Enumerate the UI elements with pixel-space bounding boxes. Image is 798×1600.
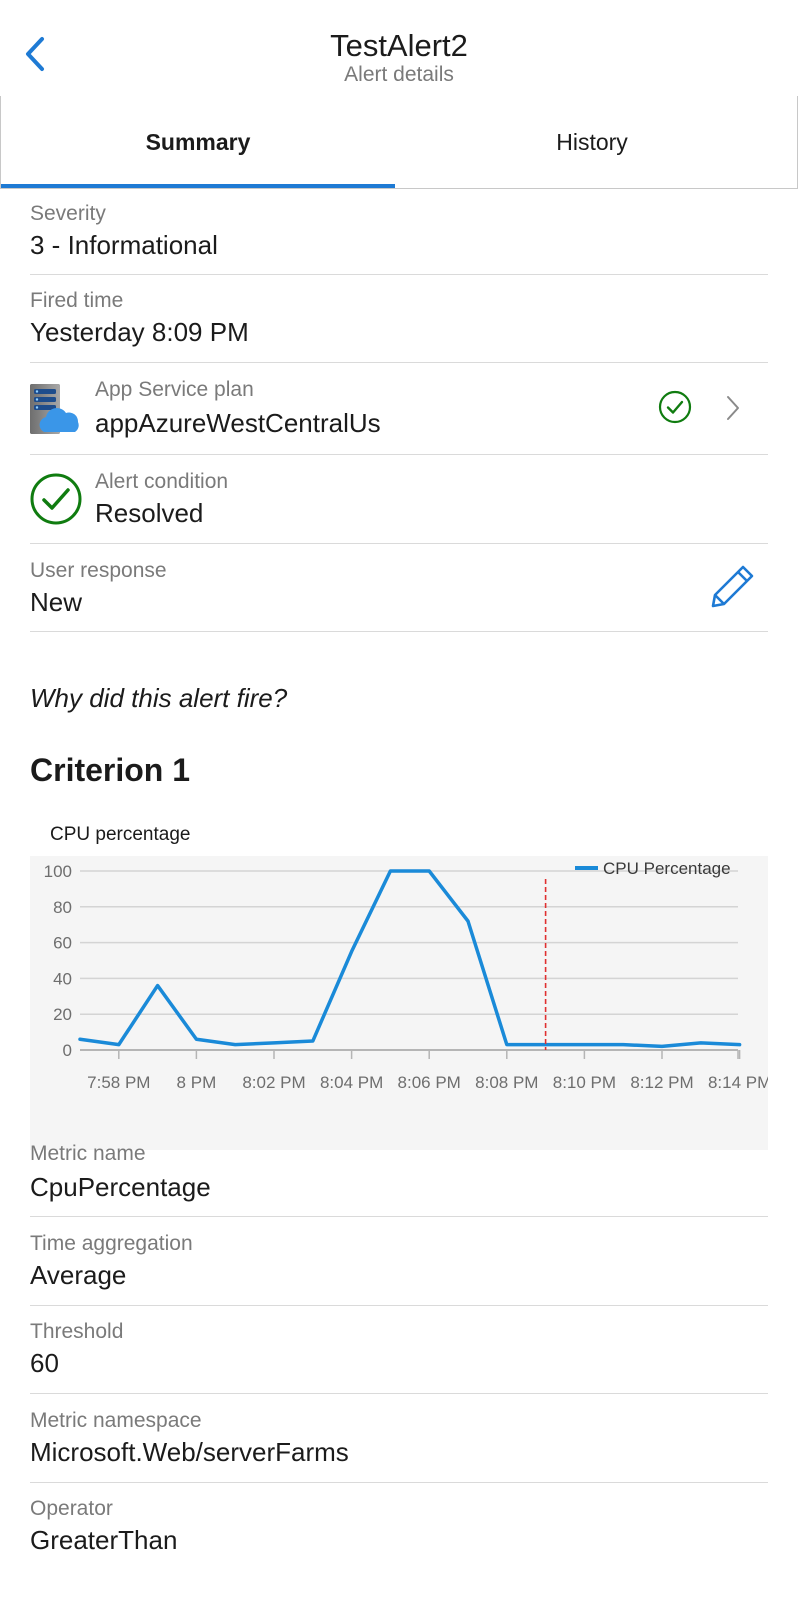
x-tick-label: 8:12 PM (630, 1073, 693, 1092)
severity-value: 3 - Informational (30, 230, 218, 260)
page-title: TestAlert2 (330, 28, 468, 63)
x-tick-label: 8 PM (177, 1073, 217, 1092)
metric-name-row: Metric name CpuPercentage (30, 1128, 768, 1217)
chart-title: CPU percentage (50, 824, 191, 845)
alert-condition-label: Alert condition (95, 470, 229, 493)
x-tick-label: 8:04 PM (320, 1073, 383, 1092)
app-service-plan-icon (30, 384, 79, 434)
alert-condition-value: Resolved (95, 498, 204, 528)
cpu-chart-svg: 0 20 40 60 80 100 7:58 PM 8 PM 8:02 PM 8:04 PM 8:0… (44, 859, 768, 1092)
resource-type-label: App Service plan (95, 378, 254, 401)
user-response-label: User response (30, 559, 167, 582)
series-line (78, 869, 742, 1049)
cpu-chart: 0 20 40 60 80 100 7:58 PM 8 PM 8:02 PM 8:04 PM 8:0… (30, 856, 768, 1150)
x-tick-label: 8:02 PM (242, 1073, 305, 1092)
y-tick-label: 100 (44, 862, 72, 881)
time-aggregation-label: Time aggregation (30, 1232, 193, 1255)
x-tick-label: 8:06 PM (398, 1073, 461, 1092)
y-tick-label: 40 (53, 969, 72, 988)
user-response-row: User response New (30, 543, 768, 632)
metric-namespace-value: Microsoft.Web/serverFarms (30, 1437, 349, 1467)
pencil-icon[interactable] (710, 563, 756, 609)
tab-summary[interactable]: Summary (1, 96, 395, 188)
x-tick-label: 8:08 PM (475, 1073, 538, 1092)
y-tick-label: 80 (53, 898, 72, 917)
tab-bar: Summary History (0, 96, 798, 189)
severity-label: Severity (30, 202, 106, 225)
check-circle-icon (30, 473, 82, 525)
alert-condition-row: Alert condition Resolved (30, 454, 768, 544)
threshold-row: Threshold 60 (30, 1305, 768, 1394)
user-response-value: New (30, 587, 83, 617)
operator-row: Operator GreaterThan (30, 1482, 768, 1600)
y-tick-label: 20 (53, 1005, 72, 1024)
y-tick-label: 0 (63, 1041, 72, 1060)
operator-label: Operator (30, 1497, 113, 1520)
x-tick-label: 7:58 PM (87, 1073, 150, 1092)
x-tick-label: 8:14 PM (708, 1073, 768, 1092)
chevron-right-icon (727, 396, 739, 420)
x-tick-label: 8:10 PM (553, 1073, 616, 1092)
tab-history[interactable]: History (395, 96, 789, 188)
why-heading: Why did this alert fire? (30, 683, 288, 713)
y-tick-label: 60 (53, 934, 72, 953)
page-subtitle: Alert details (344, 63, 454, 86)
fired-time-row: Fired time Yesterday 8:09 PM (30, 274, 768, 363)
metric-name-value: CpuPercentage (30, 1172, 211, 1202)
operator-value: GreaterThan (30, 1525, 178, 1555)
criterion-heading: Criterion 1 (30, 752, 191, 788)
check-circle-icon (658, 390, 692, 424)
metric-name-label: Metric name (30, 1142, 146, 1165)
resource-row[interactable]: App Service plan appAzureWestCentralUs (30, 362, 768, 455)
fired-time-label: Fired time (30, 289, 124, 312)
threshold-value: 60 (30, 1348, 59, 1378)
metric-namespace-row: Metric namespace Microsoft.Web/serverFar… (30, 1393, 768, 1483)
time-aggregation-row: Time aggregation Average (30, 1216, 768, 1306)
fired-time-value: Yesterday 8:09 PM (30, 317, 249, 347)
metric-namespace-label: Metric namespace (30, 1409, 202, 1432)
time-aggregation-value: Average (30, 1260, 127, 1290)
threshold-label: Threshold (30, 1320, 124, 1343)
severity-row: Severity 3 - Informational (30, 188, 768, 275)
legend-label: CPU Percentage (603, 859, 731, 878)
navigation-header: TestAlert2 Alert details (0, 0, 798, 97)
resource-name: appAzureWestCentralUs (95, 408, 381, 438)
